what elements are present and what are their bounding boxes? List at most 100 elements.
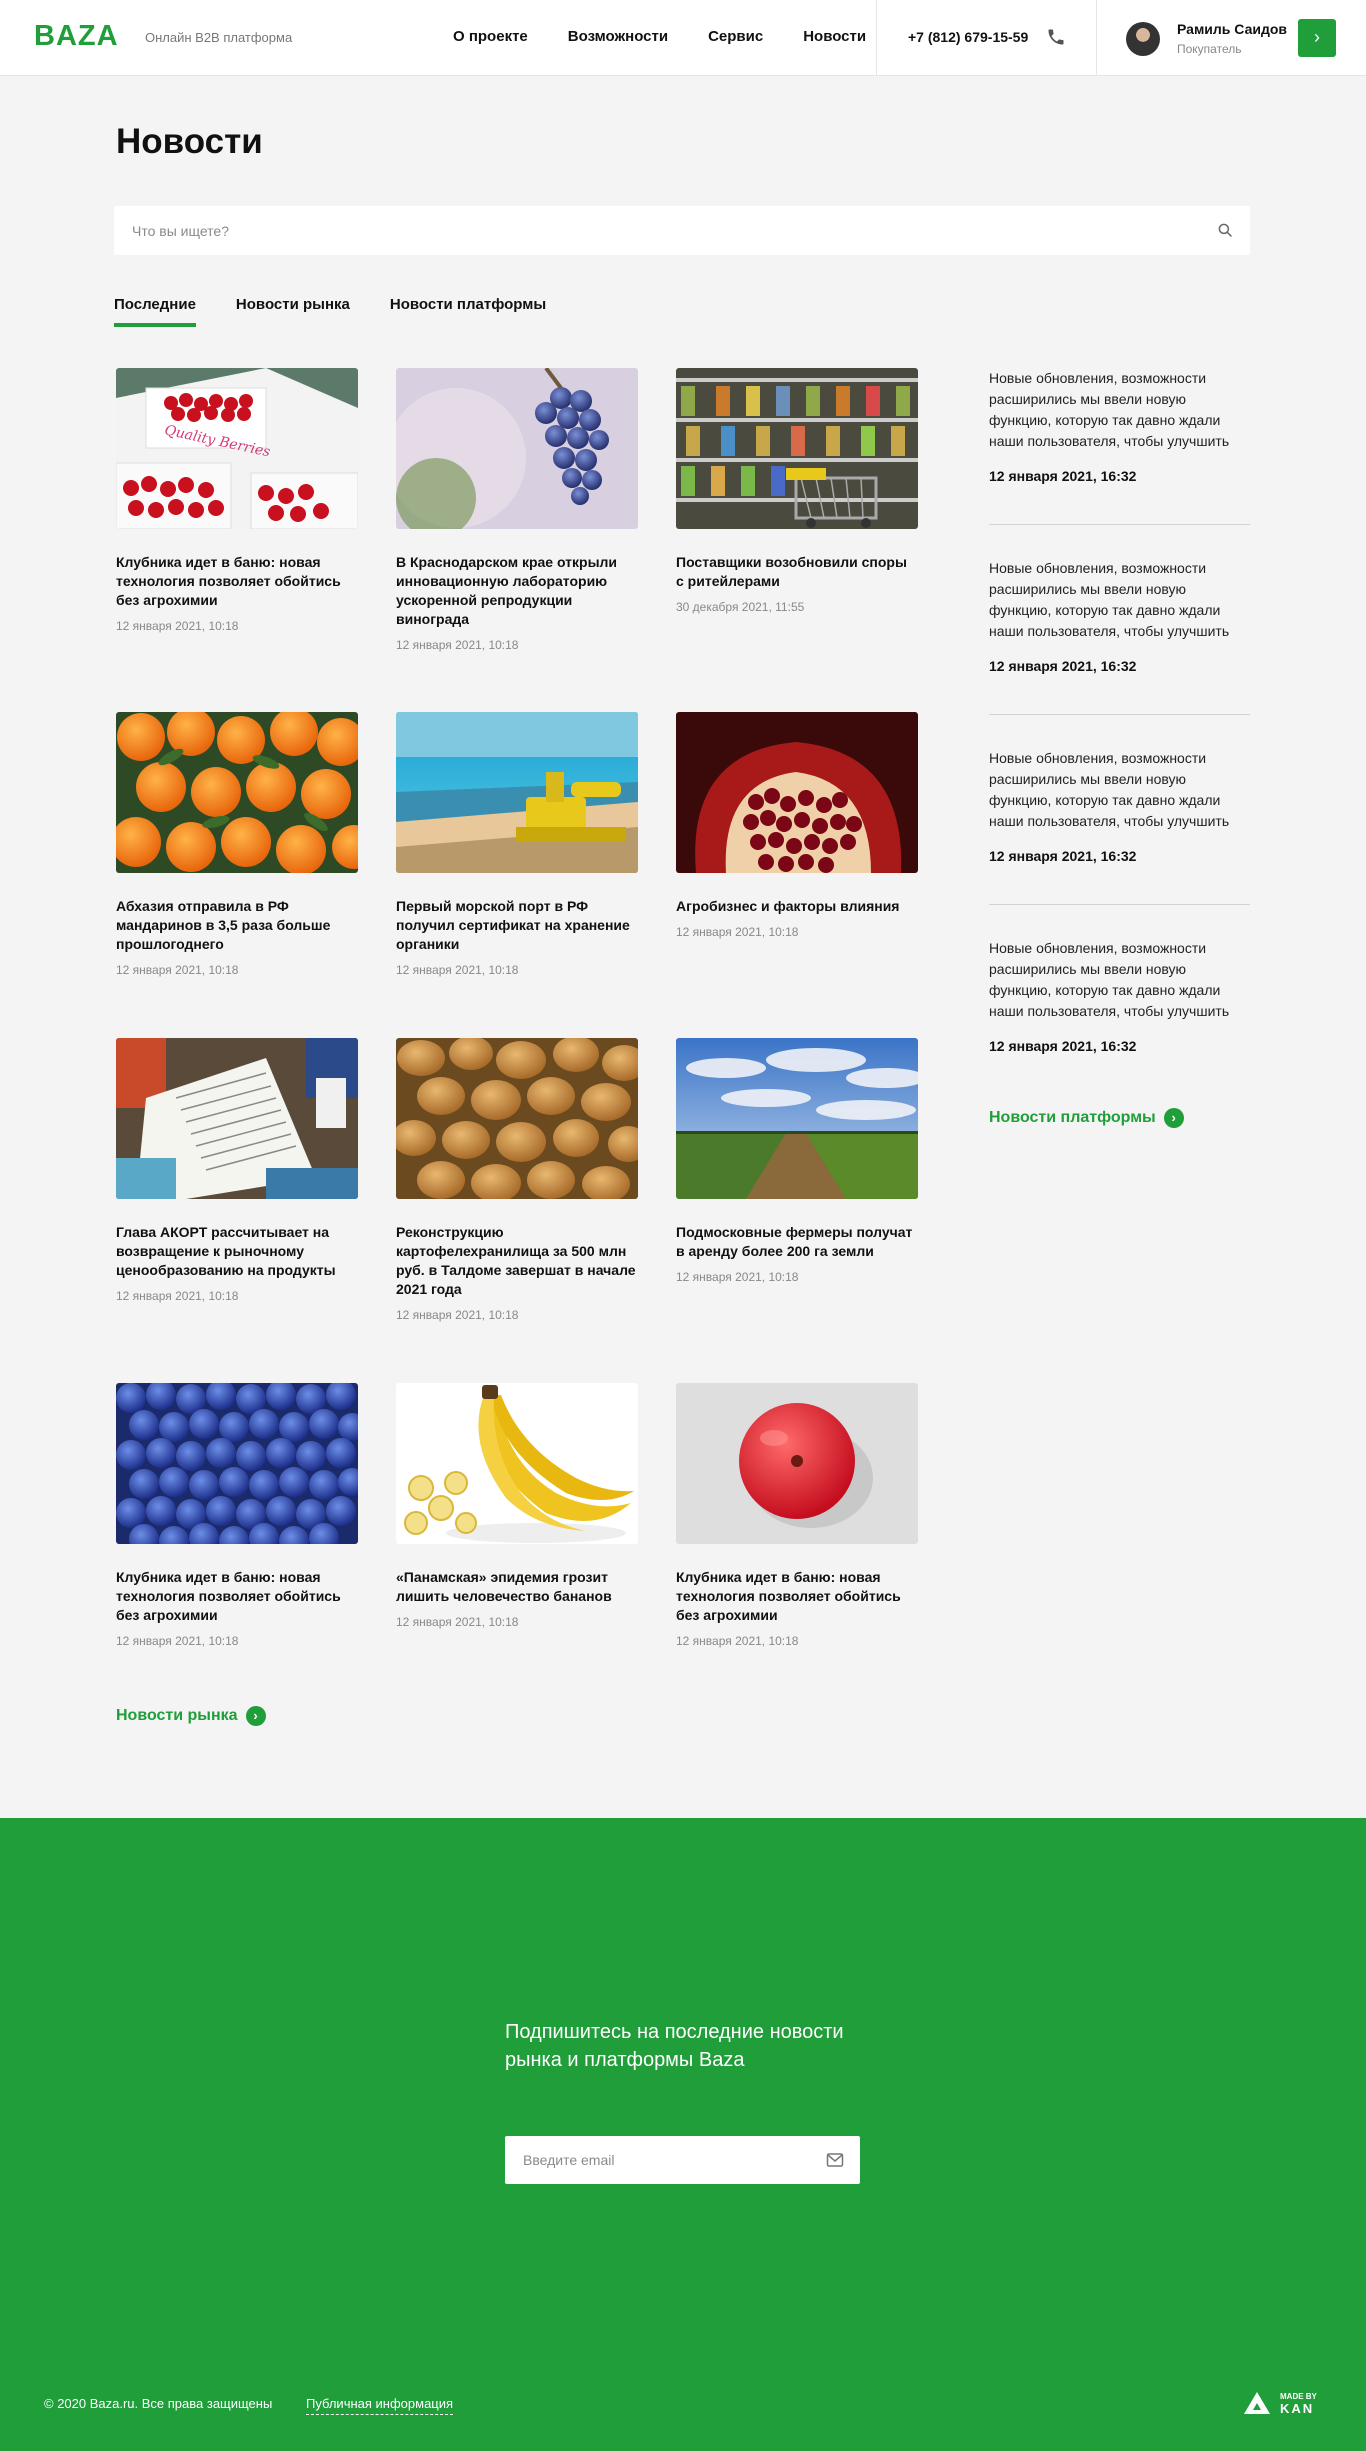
sidebar-news-item[interactable]: Новые обновления, возможности расширилис… bbox=[989, 938, 1250, 1054]
news-image[interactable] bbox=[396, 1038, 638, 1199]
news-image[interactable] bbox=[396, 368, 638, 529]
platform-news-link[interactable]: Новости платформы › bbox=[989, 1108, 1184, 1128]
news-card[interactable]: Реконструкцию картофелехранилища за 500 … bbox=[396, 1038, 638, 1322]
sidebar-divider bbox=[989, 904, 1250, 905]
news-tabs: Последние Новости рынка Новости платформ… bbox=[114, 296, 546, 327]
nav-item-news[interactable]: Новости bbox=[803, 28, 866, 45]
news-title[interactable]: «Панамская» эпидемия грозит лишить челов… bbox=[396, 1568, 638, 1606]
news-card[interactable]: В Краснодарском крае открыли инновационн… bbox=[396, 368, 638, 652]
email-input[interactable] bbox=[523, 2136, 813, 2184]
news-date: 12 января 2021, 10:18 bbox=[676, 1270, 799, 1284]
madeby-brand: KAN bbox=[1280, 2401, 1314, 2416]
mail-icon[interactable] bbox=[826, 2152, 844, 2168]
tab-market-news[interactable]: Новости рынка bbox=[236, 296, 350, 327]
news-title[interactable]: Поставщики возобновили споры с ритейлера… bbox=[676, 553, 918, 591]
sidebar-divider bbox=[989, 524, 1250, 525]
news-card[interactable]: Первый морской порт в РФ получил сертифи… bbox=[396, 712, 638, 977]
tab-platform-news[interactable]: Новости платформы bbox=[390, 296, 546, 327]
user-role: Покупатель bbox=[1177, 42, 1242, 56]
news-date: 12 января 2021, 10:18 bbox=[396, 1308, 519, 1322]
sidebar-news-item[interactable]: Новые обновления, возможности расширилис… bbox=[989, 558, 1250, 674]
tagline: Онлайн B2B платформа bbox=[145, 30, 293, 45]
sidebar-news-item[interactable]: Новые обновления, возможности расширилис… bbox=[989, 368, 1250, 484]
news-card[interactable]: Клубника идет в баню: новая технология п… bbox=[116, 1383, 358, 1648]
made-by-logo[interactable]: MADE BY KAN bbox=[1244, 2390, 1324, 2421]
news-card[interactable]: Поставщики возобновили споры с ритейлера… bbox=[676, 368, 918, 614]
news-image[interactable] bbox=[676, 368, 918, 529]
sidebar-news-text[interactable]: Новые обновления, возможности расширилис… bbox=[989, 748, 1250, 832]
news-title[interactable]: Подмосковные фермеры получат в аренду бо… bbox=[676, 1223, 918, 1261]
sidebar-news-text[interactable]: Новые обновления, возможности расширилис… bbox=[989, 368, 1250, 452]
user-menu-button[interactable]: › bbox=[1298, 19, 1336, 57]
news-date: 12 января 2021, 10:18 bbox=[116, 1289, 239, 1303]
news-card[interactable]: Абхазия отправила в РФ мандаринов в 3,5 … bbox=[116, 712, 358, 977]
sidebar-news-date: 12 января 2021, 16:32 bbox=[989, 848, 1137, 864]
news-card[interactable]: Подмосковные фермеры получат в аренду бо… bbox=[676, 1038, 918, 1284]
nav-item-features[interactable]: Возможности bbox=[568, 28, 668, 45]
chevron-right-icon: › bbox=[245, 1706, 266, 1726]
news-title[interactable]: Абхазия отправила в РФ мандаринов в 3,5 … bbox=[116, 897, 358, 954]
news-title[interactable]: Глава АКОРТ рассчитывает на возвращение … bbox=[116, 1223, 358, 1280]
market-news-link[interactable]: Новости рынка › bbox=[116, 1706, 266, 1726]
sidebar-news-text[interactable]: Новые обновления, возможности расширилис… bbox=[989, 558, 1250, 642]
news-card[interactable]: «Панамская» эпидемия грозит лишить челов… bbox=[396, 1383, 638, 1629]
sidebar-news-date: 12 января 2021, 16:32 bbox=[989, 468, 1137, 484]
search-input[interactable] bbox=[132, 206, 1192, 255]
email-box bbox=[505, 2136, 860, 2184]
news-title[interactable]: Первый морской порт в РФ получил сертифи… bbox=[396, 897, 638, 954]
logo[interactable]: BAZA bbox=[34, 20, 119, 53]
news-card[interactable]: Глава АКОРТ рассчитывает на возвращение … bbox=[116, 1038, 358, 1303]
news-date: 30 декабря 2021, 11:55 bbox=[676, 600, 805, 614]
news-date: 12 января 2021, 10:18 bbox=[116, 1634, 239, 1648]
news-image[interactable] bbox=[396, 712, 638, 873]
subscribe-text: Подпишитесь на последние новости рынка и… bbox=[505, 2021, 844, 2071]
news-image[interactable]: Quality Berries bbox=[116, 368, 358, 529]
news-title[interactable]: Клубника идет в баню: новая технология п… bbox=[116, 1568, 358, 1625]
news-date: 12 января 2021, 10:18 bbox=[396, 963, 519, 977]
public-info-link[interactable]: Публичная информация bbox=[306, 2396, 454, 2415]
sidebar-news-item[interactable]: Новые обновления, возможности расширилис… bbox=[989, 748, 1250, 864]
search-box bbox=[114, 206, 1250, 255]
news-date: 12 января 2021, 10:18 bbox=[116, 963, 239, 977]
chevron-right-icon: › bbox=[1163, 1108, 1184, 1128]
sidebar-news-date: 12 января 2021, 16:32 bbox=[989, 658, 1137, 674]
news-image[interactable] bbox=[116, 1038, 358, 1199]
news-title[interactable]: Реконструкцию картофелехранилища за 500 … bbox=[396, 1223, 638, 1299]
top-header: BAZA Онлайн B2B платформа О проекте Возм… bbox=[0, 0, 1366, 76]
user-name[interactable]: Рамиль Саидов bbox=[1177, 21, 1287, 37]
sidebar-news-text[interactable]: Новые обновления, возможности расширилис… bbox=[989, 938, 1250, 1022]
news-image[interactable] bbox=[116, 1383, 358, 1544]
news-card[interactable]: Агробизнес и факторы влияния 12 января 2… bbox=[676, 712, 918, 939]
news-title[interactable]: Клубника идет в баню: новая технология п… bbox=[676, 1568, 918, 1625]
nav-item-service[interactable]: Сервис bbox=[708, 28, 763, 45]
news-title[interactable]: В Краснодарском крае открыли инновационн… bbox=[396, 553, 638, 629]
news-card[interactable]: Клубника идет в баню: новая технология п… bbox=[676, 1383, 918, 1648]
header-divider bbox=[1096, 0, 1097, 76]
madeby-label: MADE BY bbox=[1280, 2392, 1318, 2401]
news-image[interactable] bbox=[116, 712, 358, 873]
header-divider bbox=[876, 0, 877, 76]
news-date: 12 января 2021, 10:18 bbox=[676, 1634, 799, 1648]
footer: Подпишитесь на последние новости рынка и… bbox=[0, 1818, 1366, 2451]
search-icon[interactable] bbox=[1216, 221, 1234, 239]
news-date: 12 января 2021, 10:18 bbox=[676, 925, 799, 939]
avatar[interactable] bbox=[1126, 22, 1160, 56]
news-date: 12 января 2021, 10:18 bbox=[116, 619, 239, 633]
news-card[interactable]: Quality Berries Клубника идет в баню: но… bbox=[116, 368, 358, 633]
sidebar-divider bbox=[989, 714, 1250, 715]
news-image[interactable] bbox=[676, 712, 918, 873]
nav-item-about[interactable]: О проекте bbox=[453, 28, 528, 45]
news-title[interactable]: Клубника идет в баню: новая технология п… bbox=[116, 553, 358, 610]
news-image[interactable] bbox=[396, 1383, 638, 1544]
tab-latest[interactable]: Последние bbox=[114, 296, 196, 327]
copyright: © 2020 Baza.ru. Все права защищены bbox=[44, 2396, 273, 2411]
news-title[interactable]: Агробизнес и факторы влияния bbox=[676, 897, 918, 916]
sidebar-news-date: 12 января 2021, 16:32 bbox=[989, 1038, 1137, 1054]
news-image[interactable] bbox=[676, 1383, 918, 1544]
phone-number[interactable]: +7 (812) 679-15-59 bbox=[908, 29, 1028, 45]
news-image[interactable] bbox=[676, 1038, 918, 1199]
main-nav: О проекте Возможности Сервис Новости bbox=[453, 28, 866, 45]
phone-icon[interactable] bbox=[1046, 27, 1066, 47]
platform-news-link-label: Новости платформы bbox=[989, 1109, 1156, 1126]
market-news-link-label: Новости рынка bbox=[116, 1707, 238, 1724]
